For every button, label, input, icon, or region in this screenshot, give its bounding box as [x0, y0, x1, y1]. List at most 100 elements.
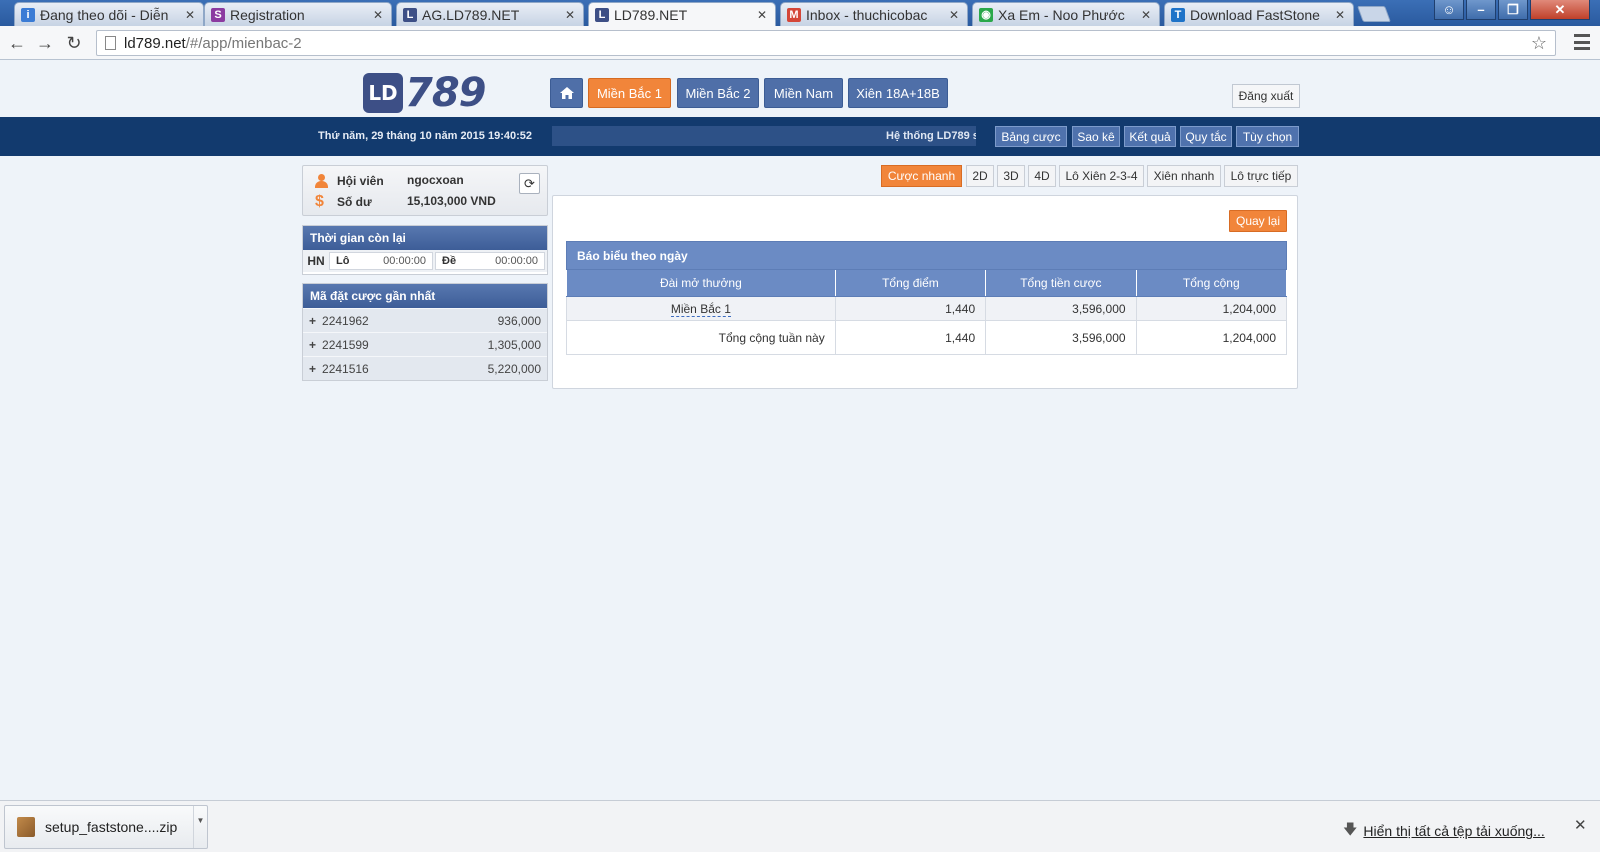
nav-ket-qua[interactable]: Kết quả	[1124, 126, 1176, 147]
bet-amount: 1,305,000	[487, 337, 541, 352]
mode-lo-truc-tiep[interactable]: Lô trực tiếp	[1224, 165, 1298, 187]
info-bar: Thứ năm, 29 tháng 10 năm 2015 19:40:52 H…	[0, 117, 1600, 156]
close-icon[interactable]: ✕	[1333, 8, 1347, 22]
restore-button[interactable]: ❐	[1498, 0, 1528, 20]
col-header-station: Đài mở thưởng	[566, 269, 836, 297]
recent-bets-panel: Mã đặt cược gần nhất +2241962 936,000 +2…	[302, 283, 548, 381]
nav-bang-cuoc[interactable]: Bảng cược	[995, 126, 1067, 147]
expand-plus-icon[interactable]: +	[309, 362, 316, 376]
list-item[interactable]: +2241516 5,220,000	[303, 356, 547, 380]
browser-tab[interactable]: T Download FastStone ✕	[1164, 2, 1354, 26]
lo-countdown: 00:00:00	[383, 255, 426, 267]
tab-favicon-icon: ◉	[979, 7, 993, 22]
list-item[interactable]: +2241962 936,000	[303, 308, 547, 332]
close-icon[interactable]: ✕	[183, 8, 197, 22]
download-shelf: setup_faststone....zip ▼ 🡇 Hiển thị tất …	[0, 800, 1600, 852]
ld789-logo[interactable]: LD 789	[363, 70, 491, 116]
expand-plus-icon[interactable]: +	[309, 314, 316, 328]
close-icon[interactable]: ✕	[371, 8, 385, 22]
nav-tuy-chon[interactable]: Tùy chọn	[1236, 126, 1299, 147]
home-button[interactable]	[550, 78, 583, 108]
tab-favicon-icon: S	[211, 7, 225, 22]
browser-tab-active[interactable]: L LD789.NET ✕	[588, 2, 776, 27]
tab-favicon-icon: T	[1171, 7, 1185, 22]
countdown-title: Thời gian còn lại	[303, 226, 547, 250]
total-cell: 1,204,000	[1135, 320, 1288, 355]
station-link[interactable]: Miền Bắc 1	[670, 301, 731, 317]
bet-amount: 936,000	[497, 313, 541, 328]
nav-mien-bac-1[interactable]: Miền Bắc 1	[588, 78, 671, 108]
mode-4d[interactable]: 4D	[1028, 165, 1056, 187]
browser-tab[interactable]: M Inbox - thuchicobac ✕	[780, 2, 968, 26]
refresh-button[interactable]: ⟳	[519, 173, 540, 194]
profile-icon[interactable]: ☺	[1434, 0, 1464, 20]
balance-value: 15,103,000 VND	[407, 194, 496, 208]
region-label: HN	[307, 254, 325, 268]
mode-lo-xien[interactable]: Lô Xiên 2-3-4	[1059, 165, 1144, 187]
lo-timer: Lô 00:00:00	[329, 252, 433, 270]
close-icon[interactable]: ✕	[1139, 8, 1153, 22]
browser-tab[interactable]: L AG.LD789.NET ✕	[396, 2, 584, 26]
table-row: Miền Bắc 1 1,440 3,596,000 1,204,000	[566, 296, 1288, 321]
close-icon[interactable]: ✕	[563, 8, 577, 22]
de-countdown: 00:00:00	[495, 255, 538, 267]
mode-3d[interactable]: 3D	[997, 165, 1025, 187]
expand-plus-icon[interactable]: +	[309, 338, 316, 352]
bookmark-star-icon[interactable]: ☆	[1531, 33, 1547, 54]
download-arrow-icon: 🡇	[1343, 821, 1358, 837]
de-timer: Đề 00:00:00	[435, 252, 545, 270]
browser-tabstrip: i Đang theo dõi - Diễn ✕ S Registration …	[0, 0, 1600, 27]
col-header-total: Tổng cộng	[1135, 269, 1288, 297]
show-all-label: Hiển thị tất cả tệp tải xuống...	[1363, 823, 1545, 839]
de-label: Đề	[442, 255, 457, 267]
download-filename: setup_faststone....zip	[45, 819, 178, 835]
chevron-down-icon[interactable]: ▼	[193, 806, 207, 848]
forward-arrow-icon[interactable]: →	[33, 31, 57, 55]
home-icon	[559, 87, 574, 99]
col-header-points: Tổng điểm	[834, 269, 987, 297]
mode-xien-nhanh[interactable]: Xiên nhanh	[1147, 165, 1221, 187]
close-icon[interactable]: ✕	[1574, 816, 1587, 834]
window-close-button[interactable]: ✕	[1530, 0, 1590, 20]
site-header: LD 789 Miền Bắc 1 Miền Bắc 2 Miền Nam Xi…	[0, 61, 1600, 117]
bet-code: 2241599	[322, 337, 369, 352]
mode-cuoc-nhanh[interactable]: Cược nhanh	[881, 165, 962, 187]
points-cell: 1,440	[834, 320, 987, 355]
countdown-row: HN Lô 00:00:00 Đề 00:00:00	[303, 250, 547, 272]
close-icon[interactable]: ✕	[947, 8, 961, 22]
close-icon[interactable]: ✕	[755, 8, 769, 22]
nav-quy-tac[interactable]: Quy tắc	[1180, 126, 1232, 147]
show-all-downloads-link[interactable]: 🡇 Hiển thị tất cả tệp tải xuống...	[1343, 819, 1545, 843]
station-cell: Miền Bắc 1	[566, 296, 836, 321]
back-arrow-icon[interactable]: ←	[5, 31, 29, 55]
tab-favicon-icon: M	[787, 7, 801, 22]
bet-amount: 5,220,000	[487, 361, 541, 376]
zip-file-icon	[17, 817, 35, 837]
url-path: /#/app/mienbac-2	[185, 34, 302, 52]
browser-tab[interactable]: ◉ Xa Em - Noo Phước ✕	[972, 2, 1160, 26]
nav-xien[interactable]: Xiên 18A+18B	[848, 78, 948, 108]
mode-2d[interactable]: 2D	[966, 165, 994, 187]
member-value: ngocxoan	[407, 173, 464, 187]
nav-mien-nam[interactable]: Miền Nam	[764, 78, 843, 108]
browser-menu-icon[interactable]	[1574, 34, 1590, 50]
browser-tab[interactable]: i Đang theo dõi - Diễn ✕	[14, 2, 204, 26]
lo-label: Lô	[336, 255, 350, 267]
minimize-button[interactable]: –	[1466, 0, 1496, 20]
new-tab-button[interactable]	[1357, 6, 1391, 22]
report-title: Báo biểu theo ngày	[566, 241, 1287, 270]
reload-icon[interactable]: ↻	[62, 31, 86, 55]
logout-button[interactable]: Đăng xuất	[1232, 84, 1300, 108]
nav-sao-ke[interactable]: Sao kê	[1072, 126, 1120, 147]
address-bar[interactable]: ld789.net/#/app/mienbac-2 ☆	[96, 30, 1556, 56]
dollar-icon: $	[315, 193, 324, 210]
back-button[interactable]: Quay lại	[1229, 210, 1287, 232]
nav-mien-bac-2[interactable]: Miền Bắc 2	[677, 78, 759, 108]
download-item[interactable]: setup_faststone....zip ▼	[4, 805, 208, 849]
balance-label: Số dư	[337, 195, 372, 209]
countdown-panel: Thời gian còn lại HN Lô 00:00:00 Đề 00:0…	[302, 225, 548, 275]
member-label: Hội viên	[337, 174, 384, 188]
list-item[interactable]: +2241599 1,305,000	[303, 332, 547, 356]
browser-tab[interactable]: S Registration ✕	[204, 2, 392, 26]
logo-text: 789	[405, 70, 486, 116]
